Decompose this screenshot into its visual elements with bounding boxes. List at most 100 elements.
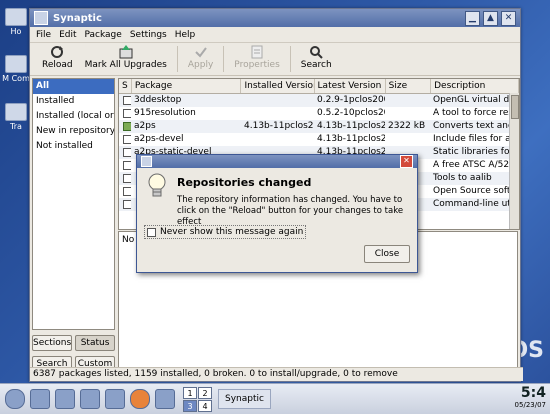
- table-row[interactable]: 915resolution 0.5.2-10pclos2007 A tool to …: [119, 107, 519, 120]
- status-checkbox[interactable]: [119, 172, 131, 185]
- package-description: Converts text and o: [433, 121, 518, 131]
- clock[interactable]: 5:4 05/23/07: [515, 385, 546, 409]
- package-status-box[interactable]: [123, 174, 131, 183]
- reload-icon: [49, 45, 65, 59]
- desktop-switcher: 1 2 3 4: [183, 386, 212, 412]
- repositories-changed-dialog: ✕ Repositories changed The repository in…: [136, 154, 418, 273]
- filter-item-not-installed[interactable]: Not installed: [33, 139, 114, 154]
- latest-version: 4.13b-11pclos2007: [317, 134, 385, 144]
- checkbox-label: Never show this message again: [160, 227, 304, 237]
- scrollbar-thumb[interactable]: [511, 95, 519, 119]
- maximize-button[interactable]: ▲: [483, 10, 498, 26]
- properties-button[interactable]: Properties: [228, 43, 285, 70]
- home-folder-icon[interactable]: [55, 389, 75, 409]
- menu-package[interactable]: Package: [81, 30, 126, 40]
- desktop-4-button[interactable]: 4: [198, 399, 212, 412]
- package-status-box[interactable]: [123, 187, 131, 196]
- status-checkbox[interactable]: [119, 146, 131, 159]
- dialog-close-icon[interactable]: ✕: [400, 155, 413, 168]
- upgrade-icon: [118, 45, 134, 59]
- control-center-icon[interactable]: [80, 389, 100, 409]
- package-size: [385, 107, 430, 120]
- firefox-icon[interactable]: [130, 389, 150, 409]
- desktop-icon-computer[interactable]: M Com: [2, 55, 30, 83]
- reload-button[interactable]: Reload: [36, 43, 79, 70]
- desktop-3-button[interactable]: 3: [183, 399, 197, 412]
- clock-time: 5:4: [520, 385, 546, 401]
- checkbox-box[interactable]: [147, 227, 156, 237]
- filter-item-installed-local[interactable]: Installed (local or ob: [33, 109, 114, 124]
- latest-version: 4.13b-11pclos2007: [317, 121, 385, 131]
- dialog-app-icon: [141, 156, 152, 167]
- package-status-box[interactable]: [123, 161, 131, 170]
- menu-edit[interactable]: Edit: [55, 30, 80, 40]
- package-status-box[interactable]: [123, 109, 131, 118]
- table-row[interactable]: a2ps-devel 4.13b-11pclos2007 Include files…: [119, 133, 519, 146]
- close-button[interactable]: Close: [364, 245, 410, 263]
- status-checkbox[interactable]: [119, 94, 131, 107]
- package-description: Open Source softwa: [433, 186, 518, 196]
- table-row[interactable]: a2ps4.13b-11pclos20074.13b-11pclos200723…: [119, 120, 519, 133]
- apply-button[interactable]: Apply: [182, 43, 219, 70]
- taskbar-item-synaptic[interactable]: Synaptic: [218, 389, 271, 409]
- latest-version: 0.2.9-1pclos2007: [317, 95, 385, 105]
- column-header-status[interactable]: S: [119, 79, 132, 93]
- window-titlebar[interactable]: Synaptic ▁ ▲ ✕: [30, 9, 520, 27]
- package-name: a2ps-devel: [134, 134, 184, 144]
- installed-version: 4.13b-11pclos2007: [244, 121, 314, 131]
- latest-version: 0.5.2-10pclos2007: [317, 108, 385, 118]
- status-checkbox[interactable]: [119, 120, 131, 133]
- column-header-latest-version[interactable]: Latest Version: [315, 79, 386, 93]
- package-name: 915resolution: [134, 108, 196, 118]
- package-status-box[interactable]: [123, 200, 131, 209]
- package-description: Static libraries for a: [433, 147, 518, 157]
- package-status-box[interactable]: [123, 148, 131, 157]
- filter-item-installed[interactable]: Installed: [33, 94, 114, 109]
- window-title: Synaptic: [53, 12, 102, 24]
- package-status-box[interactable]: [123, 96, 131, 105]
- installed-version: [241, 107, 314, 120]
- table-header: S Package Installed Version Latest Versi…: [119, 79, 519, 94]
- package-name: a2ps: [134, 121, 156, 131]
- status-button[interactable]: Status: [75, 335, 115, 351]
- start-menu-icon[interactable]: [5, 389, 25, 409]
- status-checkbox[interactable]: [119, 185, 131, 198]
- mark-all-upgrades-button[interactable]: Mark All Upgrades: [79, 43, 173, 70]
- menu-help[interactable]: Help: [171, 30, 200, 40]
- column-header-package[interactable]: Package: [132, 79, 242, 93]
- status-checkbox[interactable]: [119, 159, 131, 172]
- package-status-box[interactable]: [123, 122, 131, 131]
- table-row[interactable]: 3ddesktop 0.2.9-1pclos2007 OpenGL virtual …: [119, 94, 519, 107]
- konsole-icon[interactable]: [105, 389, 125, 409]
- column-header-installed-version[interactable]: Installed Version: [241, 79, 315, 93]
- status-checkbox[interactable]: [119, 107, 131, 120]
- package-description: Include files for a2p: [433, 134, 518, 144]
- toolbar: Reload Mark All Upgrades Apply Propertie…: [30, 43, 520, 76]
- home-icon: [5, 8, 27, 26]
- mail-icon[interactable]: [155, 389, 175, 409]
- sections-button[interactable]: Sections: [32, 335, 73, 351]
- column-header-size[interactable]: Size: [386, 79, 432, 93]
- table-scrollbar[interactable]: [509, 93, 519, 229]
- filter-item-new-in-repository[interactable]: New in repository: [33, 124, 114, 139]
- filter-item-all[interactable]: All: [33, 79, 114, 94]
- package-description: OpenGL virtual desk: [433, 95, 518, 105]
- column-header-description[interactable]: Description: [431, 79, 519, 93]
- minimize-button[interactable]: ▁: [465, 10, 480, 26]
- search-button[interactable]: Search: [295, 43, 338, 70]
- properties-icon: [249, 45, 265, 59]
- menu-settings[interactable]: Settings: [126, 30, 171, 40]
- menu-file[interactable]: File: [32, 30, 55, 40]
- launcher-icon[interactable]: [30, 389, 50, 409]
- trash-icon: [5, 103, 27, 121]
- desktop-2-button[interactable]: 2: [198, 386, 212, 399]
- status-checkbox[interactable]: [119, 198, 131, 211]
- desktop-icon-trash[interactable]: Tra: [2, 103, 30, 131]
- close-window-button[interactable]: ✕: [501, 10, 516, 26]
- never-show-checkbox[interactable]: Never show this message again: [144, 225, 307, 239]
- desktop-icon-home[interactable]: Ho: [2, 8, 30, 36]
- status-checkbox[interactable]: [119, 133, 131, 146]
- desktop-1-button[interactable]: 1: [183, 386, 197, 399]
- package-status-box[interactable]: [123, 135, 131, 144]
- dialog-titlebar[interactable]: ✕: [137, 155, 417, 168]
